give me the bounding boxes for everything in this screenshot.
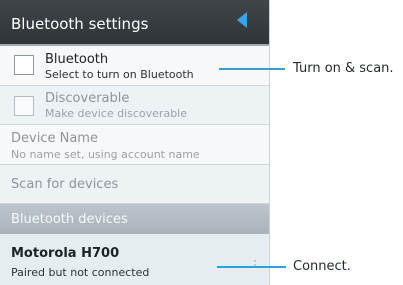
turn-on-callout-line <box>219 68 285 70</box>
discoverable-checkbox <box>14 96 34 116</box>
bluetooth-checkbox[interactable] <box>14 55 34 75</box>
device-name-subtitle: No name set, using account name <box>11 148 200 161</box>
phone-screen: Bluetooth settings Bluetooth Select to t… <box>0 0 270 285</box>
connect-callout-line <box>217 266 286 268</box>
page-title: Bluetooth settings <box>11 15 149 33</box>
scan-for-devices-row[interactable]: Scan for devices <box>0 165 269 204</box>
back-triangle-icon[interactable] <box>236 11 248 29</box>
bluetooth-subtitle: Select to turn on Bluetooth <box>45 68 194 81</box>
bluetooth-devices-header: Bluetooth devices <box>0 204 269 234</box>
bluetooth-title: Bluetooth <box>45 52 109 67</box>
turn-on-callout-label: Turn on & scan. <box>293 61 394 76</box>
title-bar: Bluetooth settings <box>0 0 269 46</box>
device-name-row[interactable]: Device Name No name set, using account n… <box>0 125 269 165</box>
scan-for-devices-label: Scan for devices <box>11 177 119 192</box>
bluetooth-toggle-row[interactable]: Bluetooth Select to turn on Bluetooth <box>0 46 269 86</box>
discoverable-subtitle: Make device discoverable <box>45 107 187 120</box>
device-name: Motorola H700 <box>11 246 120 261</box>
discoverable-title: Discoverable <box>45 91 130 106</box>
device-name-title: Device Name <box>11 131 98 146</box>
device-status: Paired but not connected <box>11 266 150 279</box>
section-title: Bluetooth devices <box>11 212 128 227</box>
connect-callout-label: Connect. <box>293 259 351 274</box>
device-row-motorola-h700[interactable]: Motorola H700 Paired but not connected <box>0 234 269 285</box>
discoverable-row: Discoverable Make device discoverable <box>0 86 269 125</box>
